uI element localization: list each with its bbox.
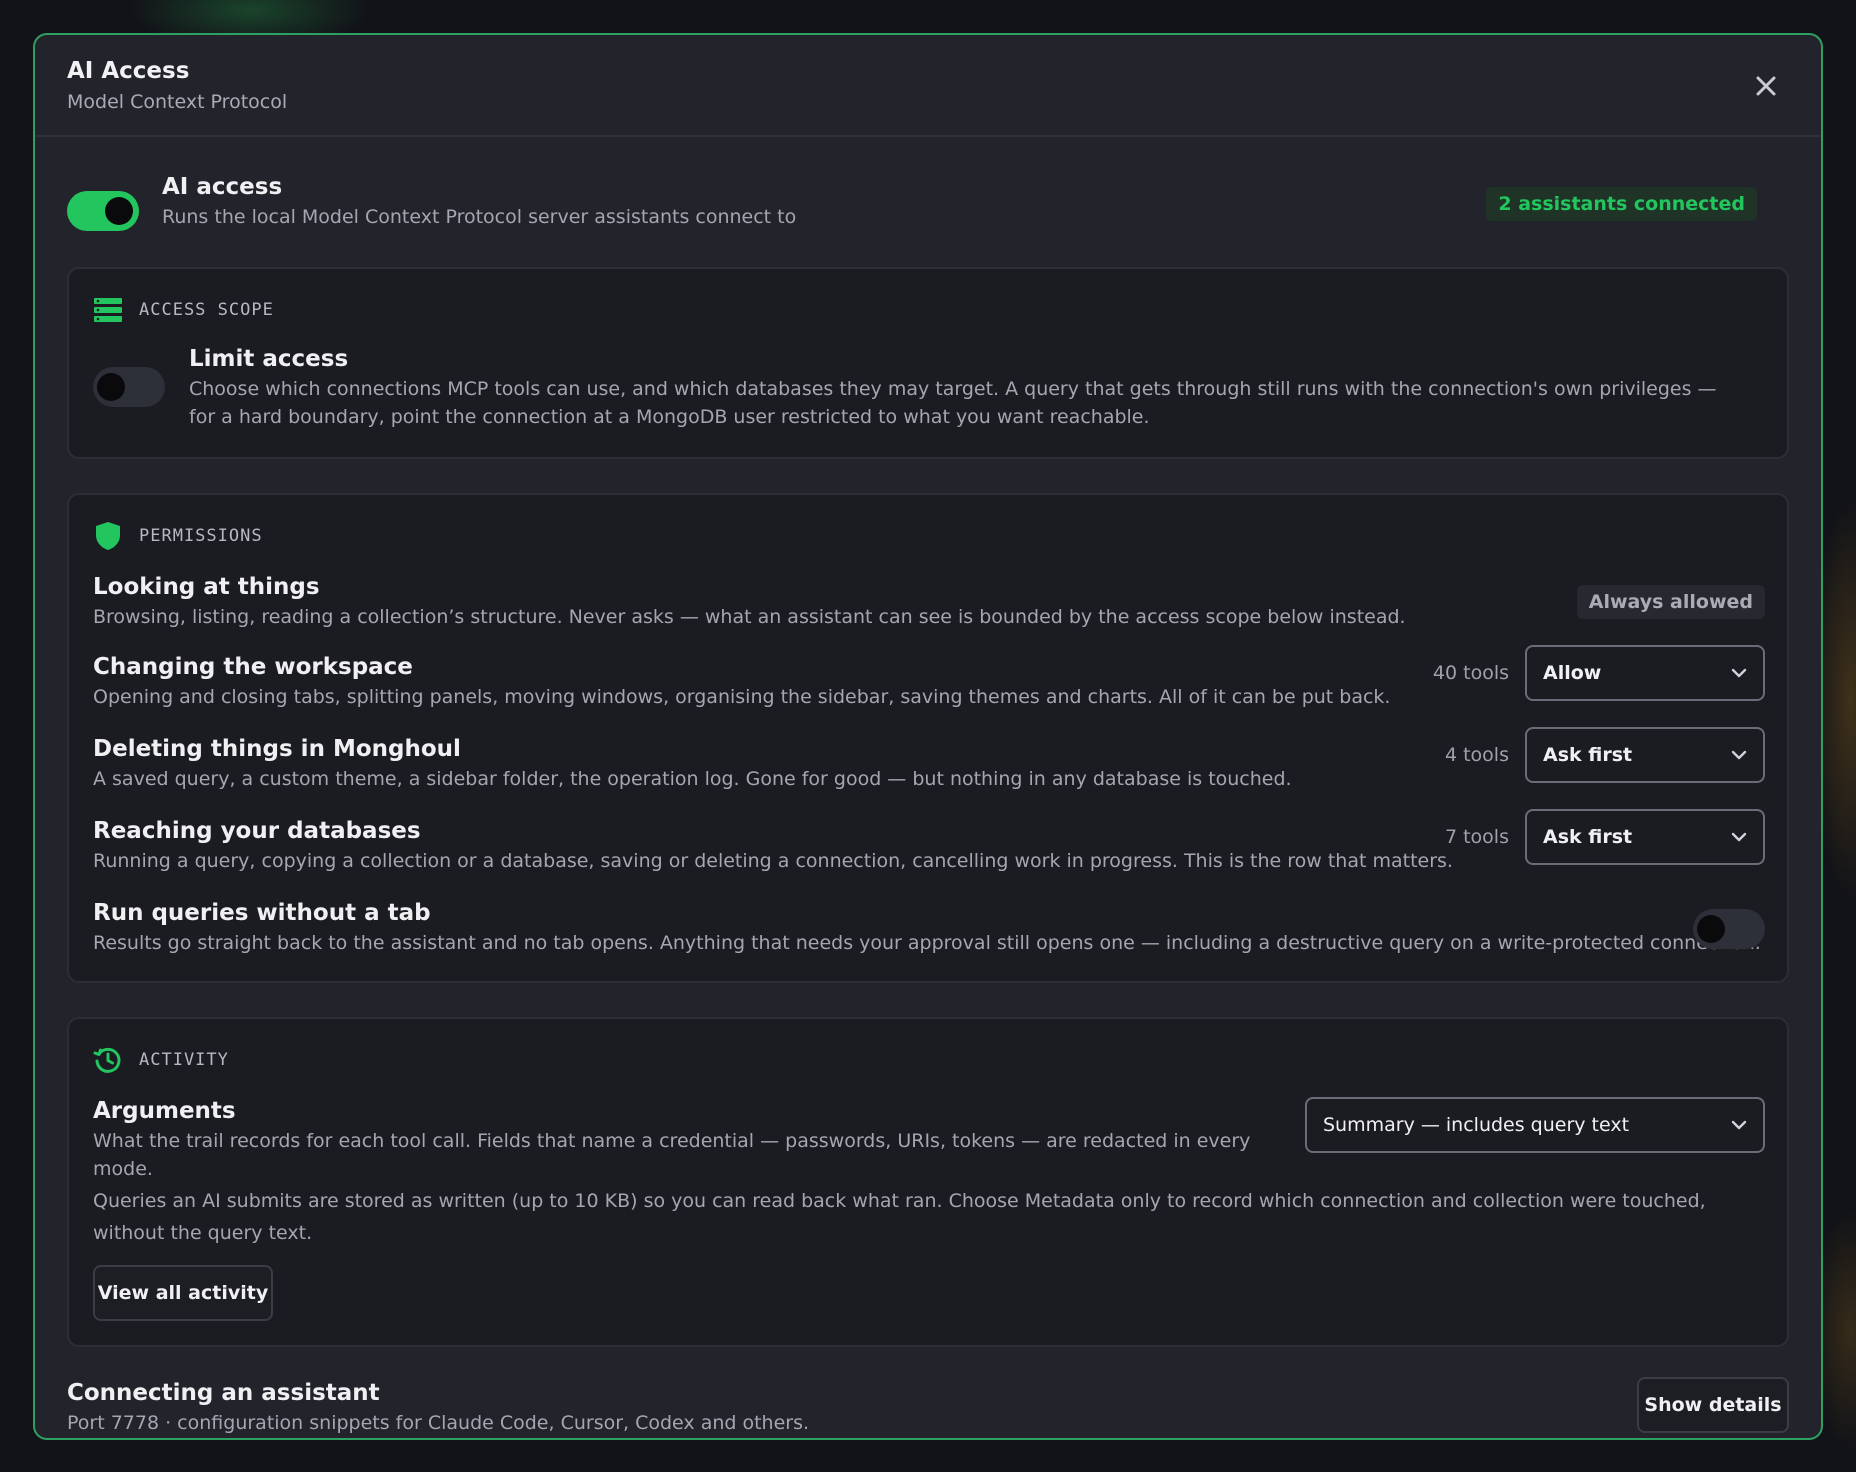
perm-row-databases: Reaching your databases Running a query,… <box>93 809 1787 875</box>
close-icon <box>1756 76 1776 96</box>
tools-count: 7 tools <box>1444 826 1509 848</box>
tools-count: 4 tools <box>1444 744 1509 766</box>
connect-section: Connecting an assistant Port 7778 · conf… <box>67 1377 1789 1438</box>
perm-title: Looking at things <box>93 574 320 600</box>
toggle-knob <box>1697 915 1725 943</box>
limit-access-toggle[interactable] <box>93 367 165 407</box>
always-allowed-badge: Always allowed <box>1576 585 1765 619</box>
perm-desc: Browsing, listing, reading a collection’… <box>93 606 1406 628</box>
perm-row-workspace: Changing the workspace Opening and closi… <box>93 645 1787 711</box>
ai-access-modal: AI Access Model Context Protocol AI acce… <box>33 33 1823 1440</box>
show-details-button[interactable]: Show details <box>1637 1377 1789 1433</box>
perm-row-deleting: Deleting things in Monghoul A saved quer… <box>93 727 1787 793</box>
perm-row-run-without-tab: Run queries without a tab Results go str… <box>93 897 1787 957</box>
permissions-label: PERMISSIONS <box>139 526 263 546</box>
toggle-knob <box>105 197 133 225</box>
modal-title: AI Access <box>67 58 190 84</box>
history-icon <box>93 1045 123 1075</box>
access-scope-header: ACCESS SCOPE <box>93 295 274 325</box>
permissions-header: PERMISSIONS <box>93 521 263 551</box>
perm-row-looking: Looking at things Browsing, listing, rea… <box>93 571 1787 631</box>
databases-permission-select[interactable]: Ask first <box>1525 809 1765 865</box>
select-value: Allow <box>1543 662 1602 684</box>
modal-header: AI Access Model Context Protocol <box>35 35 1821 137</box>
ai-access-desc: Runs the local Model Context Protocol se… <box>162 206 797 228</box>
perm-title: Run queries without a tab <box>93 900 431 926</box>
toggle-knob <box>97 373 125 401</box>
chevron-down-icon <box>1731 1120 1747 1130</box>
ai-access-toggle[interactable] <box>67 191 139 231</box>
access-scope-label: ACCESS SCOPE <box>139 300 274 320</box>
limit-access-desc: Choose which connections MCP tools can u… <box>189 378 1717 428</box>
close-button[interactable] <box>1751 71 1781 101</box>
deleting-permission-select[interactable]: Ask first <box>1525 727 1765 783</box>
arguments-title: Arguments <box>93 1098 236 1124</box>
connect-title: Connecting an assistant <box>67 1380 380 1406</box>
ai-access-row: AI access Runs the local Model Context P… <box>67 137 1789 267</box>
modal-subtitle: Model Context Protocol <box>67 91 288 113</box>
run-without-tab-toggle[interactable] <box>1693 909 1765 949</box>
chevron-down-icon <box>1731 750 1747 760</box>
activity-header: ACTIVITY <box>93 1045 229 1075</box>
shield-icon <box>93 521 123 551</box>
workspace-permission-select[interactable]: Allow <box>1525 645 1765 701</box>
view-all-activity-button[interactable]: View all activity <box>93 1265 273 1321</box>
arguments-mode-select[interactable]: Summary — includes query text <box>1305 1097 1765 1153</box>
limit-access-title: Limit access <box>189 346 349 372</box>
assistants-connected-badge: 2 assistants connected <box>1486 187 1757 221</box>
select-value: Ask first <box>1543 826 1633 848</box>
connect-desc: Port 7778 · configuration snippets for C… <box>67 1412 810 1434</box>
chevron-down-icon <box>1731 832 1747 842</box>
activity-card: ACTIVITY Arguments What the trail record… <box>67 1017 1789 1347</box>
access-scope-card: ACCESS SCOPE Limit access Choose which c… <box>67 267 1789 459</box>
permissions-card: PERMISSIONS Looking at things Browsing, … <box>67 493 1789 983</box>
perm-desc: Results go straight back to the assistan… <box>93 932 1761 954</box>
select-value: Summary — includes query text <box>1323 1114 1630 1136</box>
database-icon <box>93 295 123 325</box>
tools-count: 40 tools <box>1432 662 1509 684</box>
chevron-down-icon <box>1731 668 1747 678</box>
activity-label: ACTIVITY <box>139 1050 229 1070</box>
ai-access-title: AI access <box>162 174 283 200</box>
activity-note: Queries an AI submits are stored as writ… <box>93 1190 1706 1244</box>
select-value: Ask first <box>1543 744 1633 766</box>
arguments-desc: What the trail records for each tool cal… <box>93 1130 1251 1180</box>
